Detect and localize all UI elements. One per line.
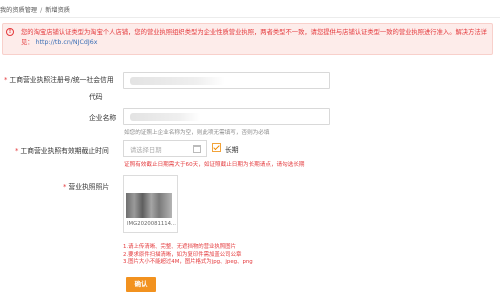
notice-help-link[interactable]: http://tb.cn/NJCdJ6x — [36, 39, 98, 46]
confirm-button[interactable]: 确认 — [126, 277, 156, 292]
warning-notice: ! 您的淘宝店铺认证类型为淘宝个人店铺，您的营业执照组织类型为企业性质营业执照，… — [2, 23, 493, 55]
reg-number-label-text: 工商营业执照注册号/统一社会信用 — [9, 76, 114, 84]
long-term-checkbox[interactable] — [212, 143, 221, 152]
reg-number-input[interactable] — [123, 72, 330, 89]
redacted-value — [130, 77, 225, 85]
breadcrumb-parent-link[interactable]: 我的资质管理 — [0, 7, 37, 14]
expiry-label-text: 工商营业执照有效期截止时间 — [20, 147, 109, 155]
expiry-date-placeholder: 请选择日期 — [130, 147, 162, 154]
breadcrumb: 我的资质管理 / 新增资质 — [0, 5, 70, 14]
header-divider — [0, 17, 500, 18]
reg-number-label: * 工商营业执照注册号/统一社会信用 — [4, 74, 114, 84]
license-photo-thumbnail[interactable] — [126, 193, 172, 218]
long-term-label[interactable]: 长期 — [225, 144, 239, 154]
breadcrumb-current: 新增资质 — [45, 7, 70, 14]
notice-text: 您的淘宝店铺认证类型为淘宝个人店铺，您的营业执照组织类型为企业性质营业执照，两者… — [21, 28, 489, 48]
required-mark: * — [15, 147, 19, 155]
company-name-label: 企业名称 — [89, 114, 117, 122]
photo-requirement: 2.要求原件扫描清晰，如为复印件需加盖公司公章 — [123, 251, 242, 258]
photo-label: * 营业执照照片 — [63, 181, 109, 191]
photo-file-name: IMG2020081114... — [127, 221, 176, 227]
required-mark: * — [4, 76, 8, 84]
photo-label-text: 营业执照照片 — [68, 183, 110, 191]
company-name-help: 如您的证照上企业名称为空，则此项无需填写，否则为必填 — [124, 130, 270, 136]
checkmark-icon — [213, 143, 220, 151]
breadcrumb-separator: / — [40, 7, 43, 14]
photo-requirement: 1.请上传清晰、完整、无遮挡物的营业执照图片 — [123, 244, 236, 250]
expiry-error: 证照有效截止日期需大于60天，如证照截止日期为长期请点，请勾选长期 — [124, 162, 305, 168]
expiry-label: * 工商营业执照有效期截止时间 — [15, 145, 109, 155]
company-name-input[interactable] — [123, 108, 330, 125]
photo-requirement: 3.图片大小不能超过4M，图片格式为jpg、jpeg、png — [123, 259, 253, 265]
expiry-date-input[interactable]: 请选择日期 — [123, 140, 207, 157]
exclamation-circle-icon: ! — [6, 28, 14, 36]
calendar-icon — [193, 145, 201, 153]
redacted-value — [130, 113, 200, 121]
reg-number-label-line2: 代码 — [89, 93, 103, 101]
photo-requirements: 1.请上传清晰、完整、无遮挡物的营业执照图片 2.要求原件扫描清晰，如为复印件需… — [123, 244, 253, 267]
required-mark: * — [63, 183, 67, 191]
license-photo-upload[interactable]: IMG2020081114... — [123, 175, 178, 233]
